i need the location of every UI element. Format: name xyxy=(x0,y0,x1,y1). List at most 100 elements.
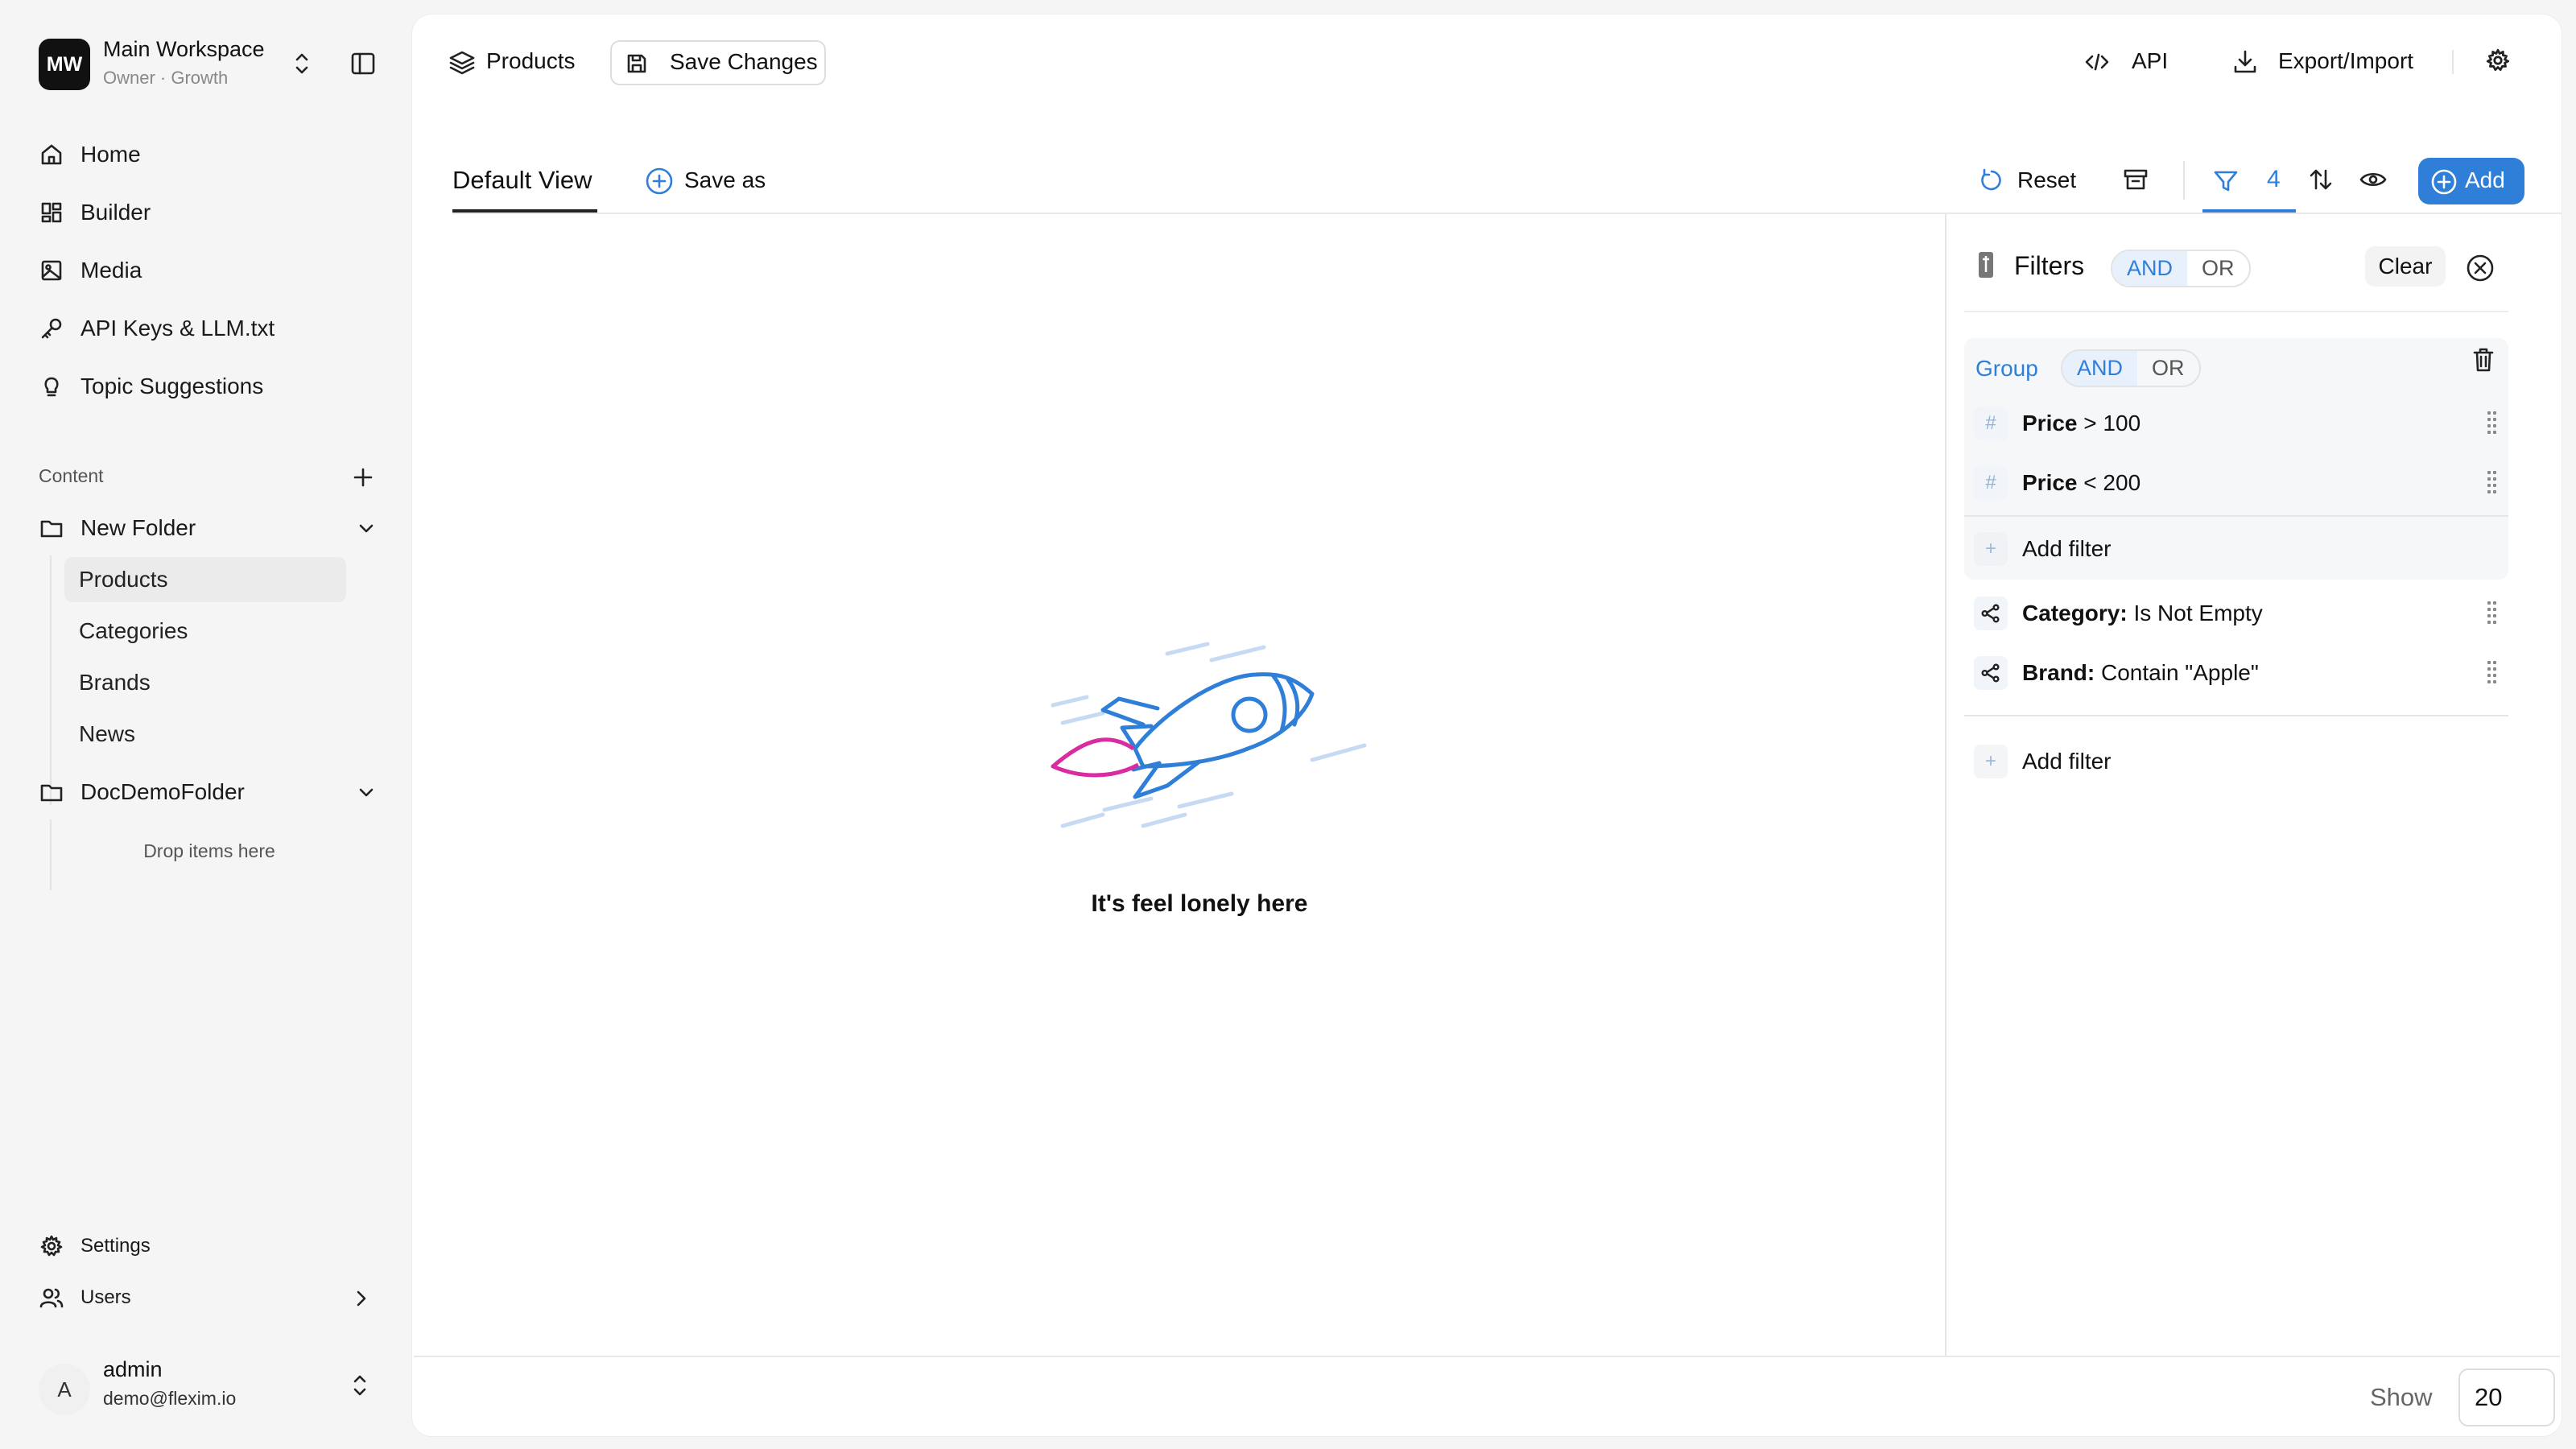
rule-field: Brand: xyxy=(2022,660,2095,685)
filters-title: Filters xyxy=(2014,251,2085,280)
number-field-icon: # xyxy=(1974,466,2008,500)
home-icon xyxy=(41,144,62,165)
workspace-role: Owner · Growth xyxy=(103,68,229,88)
filters-and-option[interactable]: AND xyxy=(2112,251,2188,286)
rocket-illustration xyxy=(1051,642,1367,828)
group-divider xyxy=(1964,515,2508,517)
user-avatar[interactable]: A xyxy=(39,1364,90,1415)
condition-field: Price xyxy=(2022,411,2078,436)
nav-builder[interactable]: Builder xyxy=(39,190,151,235)
add-entry-button[interactable]: Add xyxy=(2418,158,2524,204)
main-panel xyxy=(412,14,2562,1436)
chevron-updown-icon[interactable] xyxy=(290,50,314,77)
nav-api-keys-label: API Keys & LLM.txt xyxy=(80,316,275,341)
save-changes-button[interactable]: Save Changes xyxy=(610,40,826,85)
folder-docdemo-label: DocDemoFolder xyxy=(80,779,245,804)
chevron-updown-icon[interactable] xyxy=(346,1372,374,1399)
drop-zone-hint[interactable]: Drop items here xyxy=(64,840,354,862)
trash-icon[interactable] xyxy=(2471,346,2496,374)
drag-handle-icon[interactable] xyxy=(2487,661,2497,685)
code-icon xyxy=(2085,53,2109,71)
divider xyxy=(2183,161,2185,200)
filter-panel-icon xyxy=(1979,252,1993,278)
condition-value: 200 xyxy=(2103,470,2141,495)
nav-users[interactable]: Users xyxy=(39,1275,131,1320)
content-section-label: Content xyxy=(39,465,104,486)
folder-item-categories[interactable]: Categories xyxy=(64,609,346,654)
nav-topic-suggestions[interactable]: Topic Suggestions xyxy=(39,364,263,409)
rule-field: Category: xyxy=(2022,601,2128,625)
add-content-icon[interactable] xyxy=(349,464,377,491)
nav-media[interactable]: Media xyxy=(39,248,142,293)
empty-state-message: It's feel lonely here xyxy=(1091,890,1308,917)
drag-handle-icon[interactable] xyxy=(2487,601,2497,625)
folder-tree-line xyxy=(50,555,52,805)
condition-operator: < xyxy=(2077,470,2103,495)
api-button[interactable]: API xyxy=(2132,48,2168,74)
nav-settings[interactable]: Settings xyxy=(39,1224,151,1269)
folder-tree-line xyxy=(50,819,52,890)
divider xyxy=(2452,50,2454,74)
rule-value: Contain "Apple" xyxy=(2095,660,2259,685)
filter-rule-row[interactable]: Category: Is Not Empty xyxy=(1974,589,2505,638)
plus-icon: + xyxy=(1974,745,2008,778)
folder-docdemofolder[interactable]: DocDemoFolder xyxy=(39,770,377,815)
layers-icon xyxy=(449,51,475,75)
filter-active-indicator xyxy=(2202,209,2296,213)
reset-button[interactable]: Reset xyxy=(2017,167,2076,193)
folder-item-news[interactable]: News xyxy=(64,712,346,757)
add-entry-label: Add xyxy=(2465,167,2505,192)
nav-api-keys[interactable]: API Keys & LLM.txt xyxy=(39,306,275,351)
group-add-filter-label: Add filter xyxy=(2022,536,2112,561)
group-or-option[interactable]: OR xyxy=(2137,351,2199,386)
sidebar-toggle-icon[interactable] xyxy=(349,50,377,77)
nav-home[interactable]: Home xyxy=(39,132,141,177)
download-icon xyxy=(2234,50,2256,73)
folder-new-folder[interactable]: New Folder xyxy=(39,506,377,551)
gear-icon[interactable] xyxy=(2484,47,2512,74)
rules-divider xyxy=(1964,715,2508,716)
user-name: admin xyxy=(103,1357,163,1381)
filters-logic-toggle[interactable]: AND OR xyxy=(2111,250,2251,287)
close-circle-icon[interactable] xyxy=(2465,253,2496,283)
chevron-down-icon[interactable] xyxy=(353,515,380,543)
number-field-icon: # xyxy=(1974,407,2008,440)
nav-builder-label: Builder xyxy=(80,200,151,225)
workspace-name[interactable]: Main Workspace xyxy=(103,37,265,62)
folder-item-products[interactable]: Products xyxy=(64,557,346,602)
clear-filters-button[interactable]: Clear xyxy=(2365,246,2446,287)
drag-handle-icon[interactable] xyxy=(2487,411,2497,436)
export-import-button[interactable]: Export/Import xyxy=(2278,48,2413,74)
user-email: demo@flexim.io xyxy=(103,1388,237,1409)
drag-handle-icon[interactable] xyxy=(2487,471,2497,495)
filter-condition-row[interactable]: # Price < 200 xyxy=(1974,459,2505,507)
archive-icon[interactable] xyxy=(2122,166,2149,193)
folder-icon xyxy=(40,520,63,538)
condition-operator: > xyxy=(2077,411,2103,436)
nav-media-label: Media xyxy=(80,258,142,283)
save-as-button[interactable]: Save as xyxy=(684,167,766,193)
folder-item-brands[interactable]: Brands xyxy=(64,660,346,705)
filter-rule-row[interactable]: Brand: Contain "Apple" xyxy=(1974,649,2505,697)
filter-toggle-button[interactable]: 4 xyxy=(2202,153,2296,213)
reset-icon xyxy=(1981,168,2001,191)
chevron-right-icon[interactable] xyxy=(348,1285,375,1312)
chevron-down-icon[interactable] xyxy=(353,779,380,807)
gear-icon xyxy=(40,1235,63,1257)
filter-condition-row[interactable]: # Price > 100 xyxy=(1974,399,2505,448)
sidebar: MW Main Workspace Owner · Growth Home Bu… xyxy=(0,0,411,1449)
sort-icon[interactable] xyxy=(2307,166,2334,193)
eye-icon[interactable] xyxy=(2359,166,2388,193)
users-icon xyxy=(39,1288,64,1308)
add-filter-button[interactable]: + Add filter xyxy=(1974,737,2505,786)
filters-or-option[interactable]: OR xyxy=(2187,251,2249,286)
group-and-option[interactable]: AND xyxy=(2062,351,2138,386)
plus-circle-icon xyxy=(2431,169,2457,195)
workspace-logo[interactable]: MW xyxy=(39,39,90,90)
key-icon xyxy=(41,318,62,339)
group-add-filter-button[interactable]: + Add filter xyxy=(1974,525,2505,573)
relation-field-icon xyxy=(1974,597,2008,630)
page-size-input[interactable]: 20 xyxy=(2458,1368,2555,1426)
group-logic-toggle[interactable]: AND OR xyxy=(2061,349,2201,387)
tab-default-view[interactable]: Default View xyxy=(452,166,592,195)
